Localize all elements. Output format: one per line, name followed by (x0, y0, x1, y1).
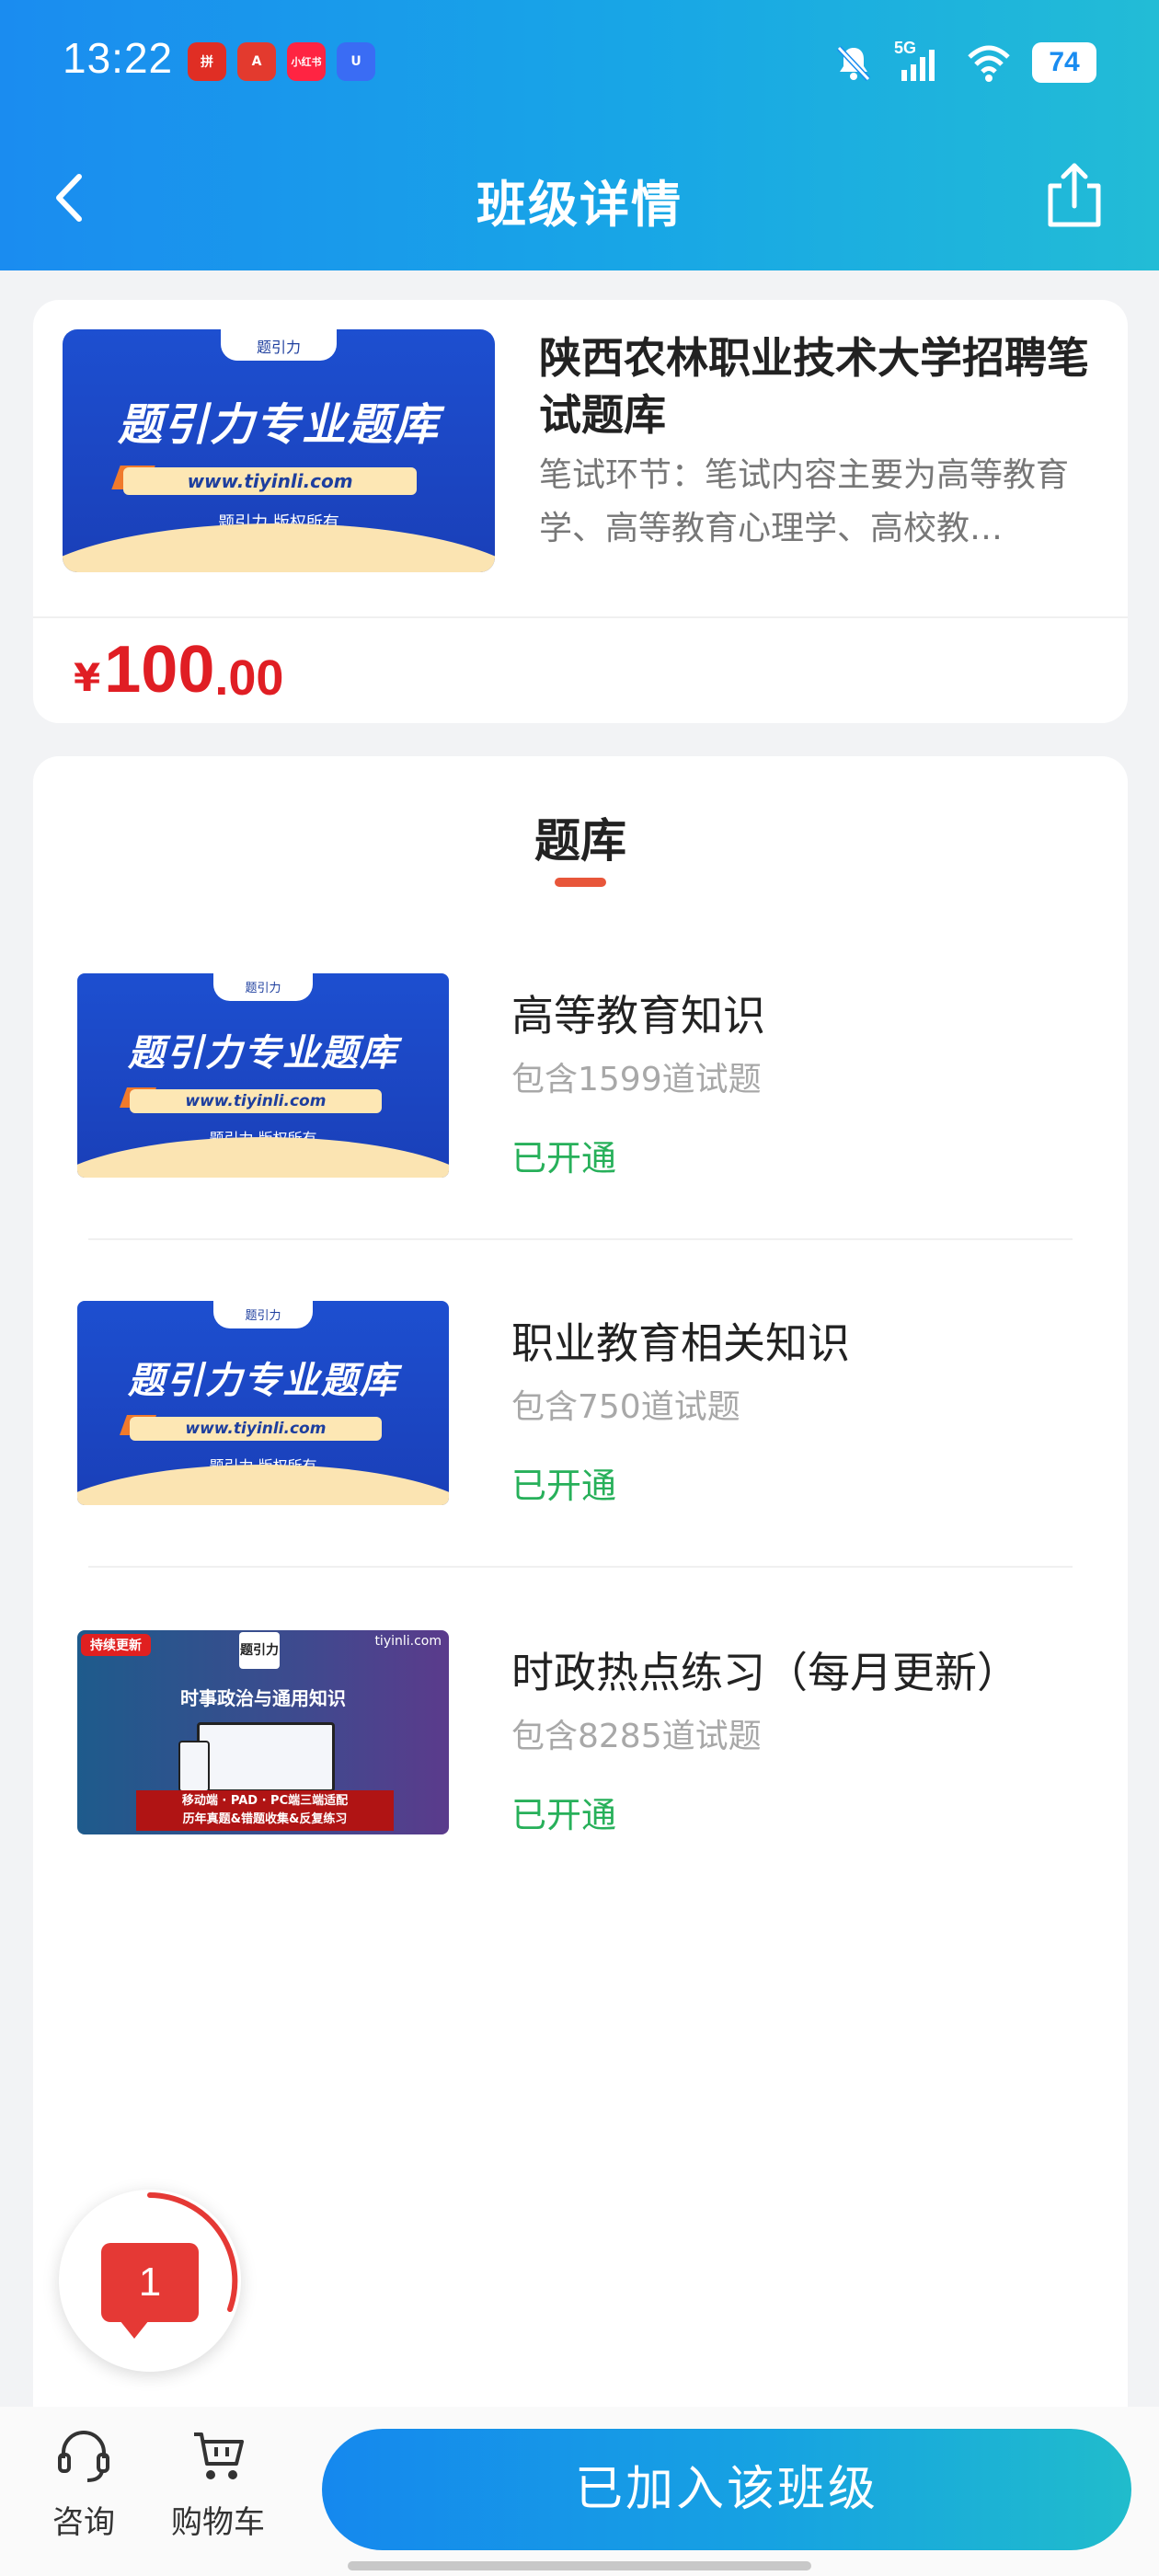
bank-item-status: 已开通 (511, 1795, 617, 1835)
consult-button[interactable]: 咨询 (24, 2407, 143, 2554)
signal-icon: 5G (894, 39, 946, 83)
divider (88, 1566, 1073, 1568)
bank-item-count: 包含750道试题 (511, 1388, 740, 1426)
header: 13:22 拼 A 小红书 U 5G 74 班级详情 (0, 0, 1159, 270)
page-title: 班级详情 (476, 176, 683, 234)
device-screen-image (197, 1722, 335, 1792)
bank-item-cover: 题引力 题引力专业题库 www.tiyinli.com 题引力 版权所有 (77, 973, 449, 1178)
bank-item-higher-education[interactable]: 题引力 题引力专业题库 www.tiyinli.com 题引力 版权所有 高等教… (77, 973, 1089, 1185)
home-indicator[interactable] (348, 2561, 811, 2570)
cover-headline: 时事政治与通用知识 (180, 1687, 346, 1709)
battery-indicator: 74 (1032, 42, 1096, 83)
bank-item-cover: 持续更新 题引力 tiyinli.com 时事政治与通用知识 移动端 · PAD… (77, 1630, 449, 1834)
cart-button[interactable]: 购物车 (158, 2407, 278, 2554)
bank-item-status: 已开通 (511, 1466, 617, 1506)
shopping-cart-icon (194, 2432, 244, 2479)
bank-item-vocational-education[interactable]: 题引力 题引力专业题库 www.tiyinli.com 题引力 版权所有 职业教… (77, 1301, 1089, 1512)
joined-class-button[interactable]: 已加入该班级 (322, 2429, 1131, 2550)
bank-item-current-affairs[interactable]: 持续更新 题引力 tiyinli.com 时事政治与通用知识 移动端 · PAD… (77, 1630, 1089, 1842)
share-button[interactable] (1038, 158, 1111, 232)
section-title: 题库 (534, 814, 626, 868)
price: ¥ 100 .00 (74, 616, 283, 723)
status-indicators: 5G 74 (833, 37, 1096, 88)
pinduoduo-app-icon: 拼 (188, 42, 226, 81)
consult-label: 咨询 (52, 2504, 115, 2541)
headset-icon (58, 2431, 109, 2482)
logo: 题引力 (239, 1632, 280, 1669)
bank-item-cover: 题引力 题引力专业题库 www.tiyinli.com 题引力 版权所有 (77, 1301, 449, 1505)
price-decimal: .00 (214, 650, 284, 706)
cart-label: 购物车 (171, 2504, 265, 2541)
cover-headline: 题引力专业题库 (117, 399, 440, 451)
app-a-icon: A (237, 42, 276, 81)
nav-bar: 班级详情 (0, 138, 1159, 258)
mute-bell-icon (836, 45, 871, 82)
cover-tab: 题引力 (221, 329, 337, 361)
wifi-icon (968, 45, 1010, 82)
class-cover-image: 题引力 题引力专业题库 www.tiyinli.com 题引力 版权所有 (63, 329, 495, 572)
bank-item-title: 时政热点练习（每月更新） (511, 1648, 1019, 1697)
status-bar: 13:22 拼 A 小红书 U 5G 74 (0, 0, 1159, 129)
bank-item-count: 包含1599道试题 (511, 1061, 762, 1098)
floating-message-button[interactable]: 1 (59, 2190, 241, 2372)
cover-site: tiyinli.com (374, 1634, 442, 1649)
class-title: 陕西农林职业技术大学招聘笔试题库 (539, 333, 1089, 440)
status-time: 13:22 (63, 34, 174, 82)
price-integer: 100 (104, 633, 215, 707)
app-u-icon: U (337, 42, 375, 81)
xiaohongshu-app-icon: 小红书 (287, 42, 326, 81)
bank-item-count: 包含8285道试题 (511, 1718, 762, 1755)
bank-item-status: 已开通 (511, 1138, 617, 1179)
message-count-badge: 1 (101, 2243, 199, 2339)
bank-item-title: 高等教育知识 (511, 991, 765, 1041)
price-symbol: ¥ (74, 654, 101, 700)
device-screen-image (178, 1741, 210, 1792)
class-card: 题引力 题引力专业题库 www.tiyinli.com 题引力 版权所有 陕西农… (33, 300, 1128, 723)
cover-url: www.tiyinli.com (122, 467, 418, 495)
divider (88, 1238, 1073, 1240)
bottom-bar: 咨询 购物车 已加入该班级 (0, 2407, 1159, 2576)
update-badge: 持续更新 (81, 1634, 151, 1656)
class-description: 笔试环节：笔试内容主要为高等教育学、高等教育心理学、高校教… (539, 456, 1070, 547)
bank-item-title: 职业教育相关知识 (511, 1318, 850, 1368)
cover-banner: 移动端 · PAD · PC端三端适配 历年真题&错题收集&反复练习 (136, 1790, 394, 1831)
section-underline (555, 878, 606, 887)
